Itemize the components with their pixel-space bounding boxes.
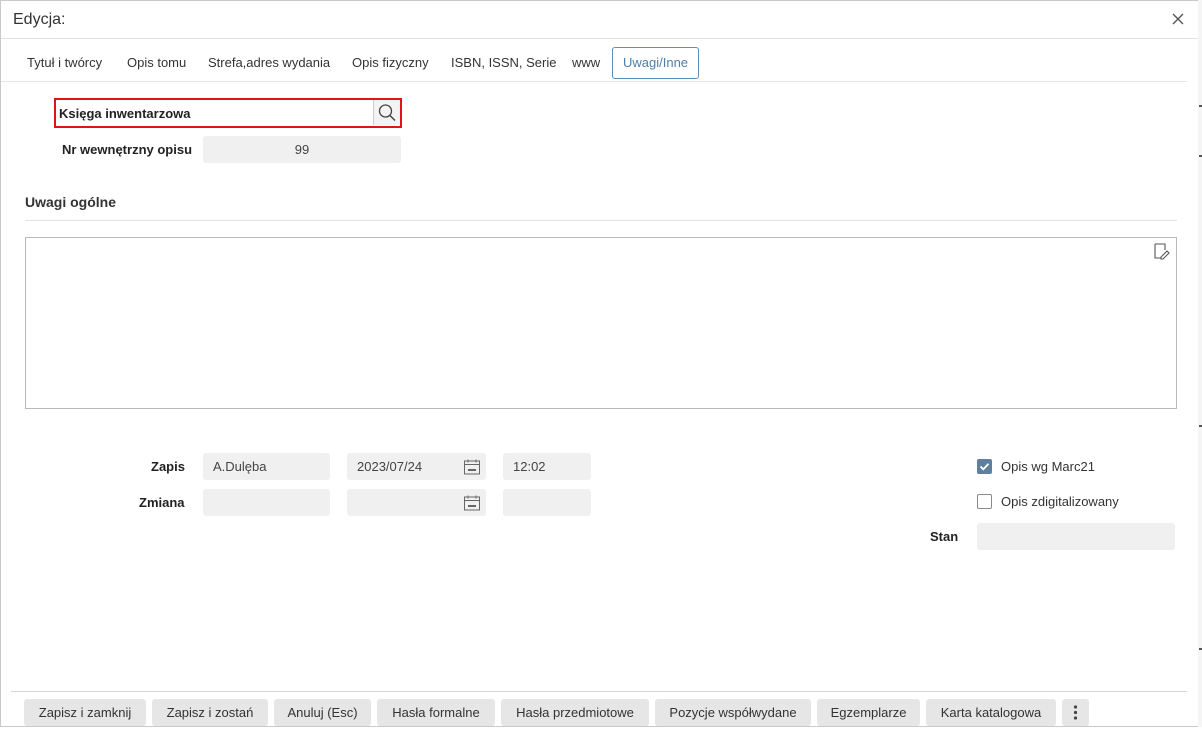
edit-dialog: Edycja: Tytuł i twórcy Opis tomu Strefa,… bbox=[0, 0, 1202, 727]
section-divider bbox=[25, 220, 1177, 221]
egzemplarze-button[interactable]: Egzemplarze bbox=[817, 699, 920, 726]
tab-strefa-adres-wydania[interactable]: Strefa,adres wydania bbox=[208, 47, 330, 79]
dialog-titlebar: Edycja: bbox=[1, 1, 1201, 39]
calendar-icon[interactable] bbox=[463, 494, 481, 512]
stan-label: Stan bbox=[930, 529, 959, 544]
zapis-label: Zapis bbox=[151, 459, 185, 474]
ksiega-label: Księga inwentarzowa bbox=[59, 106, 191, 121]
button-bar-divider bbox=[11, 691, 1187, 692]
save-stay-button[interactable]: Zapisz i zostań bbox=[152, 699, 268, 726]
dialog-title: Edycja: bbox=[13, 11, 66, 28]
zmiana-time-field[interactable] bbox=[503, 489, 591, 516]
marc21-label: Opis wg Marc21 bbox=[1001, 459, 1095, 474]
hasla-przedmiotowe-button[interactable]: Hasła przedmiotowe bbox=[501, 699, 649, 726]
close-icon[interactable] bbox=[1169, 10, 1187, 28]
edit-note-icon[interactable] bbox=[1152, 242, 1170, 260]
zapis-user-field[interactable]: A.Dulęba bbox=[203, 453, 330, 480]
digital-label: Opis zdigitalizowany bbox=[1001, 494, 1119, 509]
tab-opis-tomu[interactable]: Opis tomu bbox=[127, 47, 186, 79]
nr-wewnetrzny-label: Nr wewnętrzny opisu bbox=[62, 142, 193, 157]
zapis-time-field[interactable]: 12:02 bbox=[503, 453, 591, 480]
tab-uwagi-inne[interactable]: Uwagi/Inne bbox=[612, 47, 700, 79]
karta-katalogowa-button[interactable]: Karta katalogowa bbox=[926, 699, 1056, 726]
tab-isbn-issn-serie[interactable]: ISBN, ISSN, Serie bbox=[451, 47, 556, 79]
tab-www[interactable]: www bbox=[572, 47, 600, 79]
nr-wewnetrzny-field[interactable]: 99 bbox=[203, 136, 401, 163]
zmiana-label: Zmiana bbox=[139, 495, 185, 510]
section-uwagi-ogolne: Uwagi ogólne bbox=[25, 194, 116, 210]
hasla-formalne-button[interactable]: Hasła formalne bbox=[377, 699, 495, 726]
stan-field[interactable] bbox=[977, 523, 1175, 550]
check-icon bbox=[979, 463, 990, 471]
digital-checkbox[interactable] bbox=[977, 494, 992, 509]
calendar-icon[interactable] bbox=[463, 458, 481, 476]
search-icon[interactable] bbox=[373, 100, 400, 125]
tab-tytul-i-tworcy[interactable]: Tytuł i twórcy bbox=[27, 47, 102, 79]
zmiana-user-field[interactable] bbox=[203, 489, 330, 516]
tab-bar: Tytuł i twórcy Opis tomu Strefa,adres wy… bbox=[1, 39, 1187, 82]
pozycje-wspolwydane-button[interactable]: Pozycje współwydane bbox=[655, 699, 811, 726]
ksiega-input[interactable] bbox=[203, 101, 375, 125]
save-close-button[interactable]: Zapisz i zamknij bbox=[24, 699, 146, 726]
background-window-edge bbox=[1198, 0, 1202, 727]
uwagi-textarea[interactable] bbox=[25, 237, 1177, 409]
more-options-icon[interactable] bbox=[1062, 699, 1089, 726]
tab-opis-fizyczny[interactable]: Opis fizyczny bbox=[352, 47, 429, 79]
marc21-checkbox[interactable] bbox=[977, 459, 992, 474]
cancel-button[interactable]: Anuluj (Esc) bbox=[274, 699, 371, 726]
zapis-date-value: 2023/07/24 bbox=[357, 459, 423, 474]
